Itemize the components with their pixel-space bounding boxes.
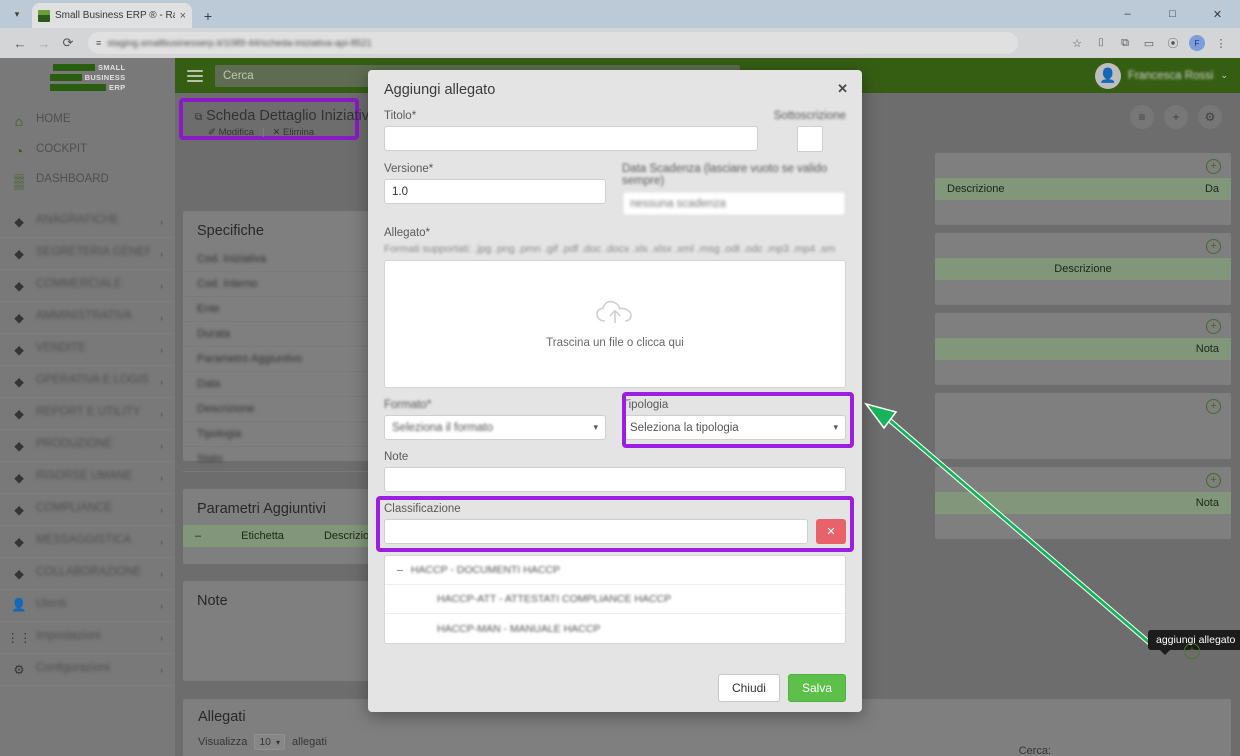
tipologia-highlight <box>622 392 854 448</box>
add-allegato-button[interactable]: + <box>1184 643 1200 659</box>
classificazione-highlight <box>376 496 854 552</box>
allegato-label: Allegato* <box>384 227 431 239</box>
save-button[interactable]: Salva <box>787 674 846 702</box>
formato-tipologia-row: Formato* Seleziona il formato ▾ Tipologi… <box>384 392 854 448</box>
dropzone-text: Trascina un file o clicca qui <box>546 337 684 349</box>
file-dropzone[interactable]: Trascina un file o clicca qui <box>384 260 846 388</box>
formato-select[interactable]: Seleziona il formato ▾ <box>384 415 606 440</box>
modal-body: Titolo* Sottoscrizione Versione* Data Sc… <box>368 110 862 664</box>
titolo-input[interactable] <box>384 126 758 151</box>
close-icon[interactable]: ✕ <box>837 81 848 97</box>
tree-label: HACCP-MAN - MANUALE HACCP <box>437 622 601 635</box>
titolo-row: Titolo* Sottoscrizione <box>384 110 846 152</box>
tree-row[interactable]: – HACCP - DOCUMENTI HACCP <box>385 556 845 585</box>
versione-label: Versione* <box>384 163 434 175</box>
titolo-label: Titolo* <box>384 110 417 122</box>
versione-row: Versione* Data Scadenza (lasciare vuoto … <box>384 163 846 216</box>
allegato-hint: Formati supportati: .jpg .png .pmn .gif … <box>384 243 836 255</box>
allegato-field: Allegato* Formati supportati: .jpg .png … <box>384 227 846 388</box>
tree-label: HACCP-ATT - ATTESTATI COMPLIANCE HACCP <box>437 593 672 605</box>
modal-title: Aggiungi allegato <box>384 82 496 98</box>
formato-value: Seleziona il formato <box>392 421 493 434</box>
modal-header: Aggiungi allegato ✕ <box>368 70 862 110</box>
note-input[interactable] <box>384 467 846 492</box>
tree-row[interactable]: HACCP-ATT - ATTESTATI COMPLIANCE HACCP <box>385 585 845 614</box>
note-field: Note <box>384 451 846 492</box>
scadenza-input[interactable] <box>622 191 846 216</box>
sottoscrizione-label: Sottoscrizione <box>773 110 846 122</box>
add-attachment-modal: Aggiungi allegato ✕ Titolo* Sottoscrizio… <box>368 70 862 712</box>
expander-icon[interactable]: – <box>397 564 403 576</box>
sottoscrizione-checkbox[interactable] <box>796 126 823 152</box>
classificazione-field: Classificazione ✕ <box>376 496 854 552</box>
scadenza-label: Data Scadenza (lasciare vuoto se valido … <box>622 163 828 187</box>
close-button[interactable]: Chiudi <box>717 674 780 702</box>
modal-footer: Chiudi Salva <box>368 664 862 712</box>
tree-label: HACCP - DOCUMENTI HACCP <box>410 564 560 576</box>
cloud-upload-icon <box>596 300 632 323</box>
tree-row[interactable]: HACCP-MAN - MANUALE HACCP <box>385 614 845 643</box>
classification-tree: – HACCP - DOCUMENTI HACCP HACCP-ATT - AT… <box>384 555 846 644</box>
formato-label: Formato* <box>384 399 432 411</box>
note-label: Note <box>384 451 409 463</box>
screenshot-root: ▾ Small Business ERP ® - Ragione × + – □… <box>0 0 1240 756</box>
versione-input[interactable] <box>384 179 606 204</box>
